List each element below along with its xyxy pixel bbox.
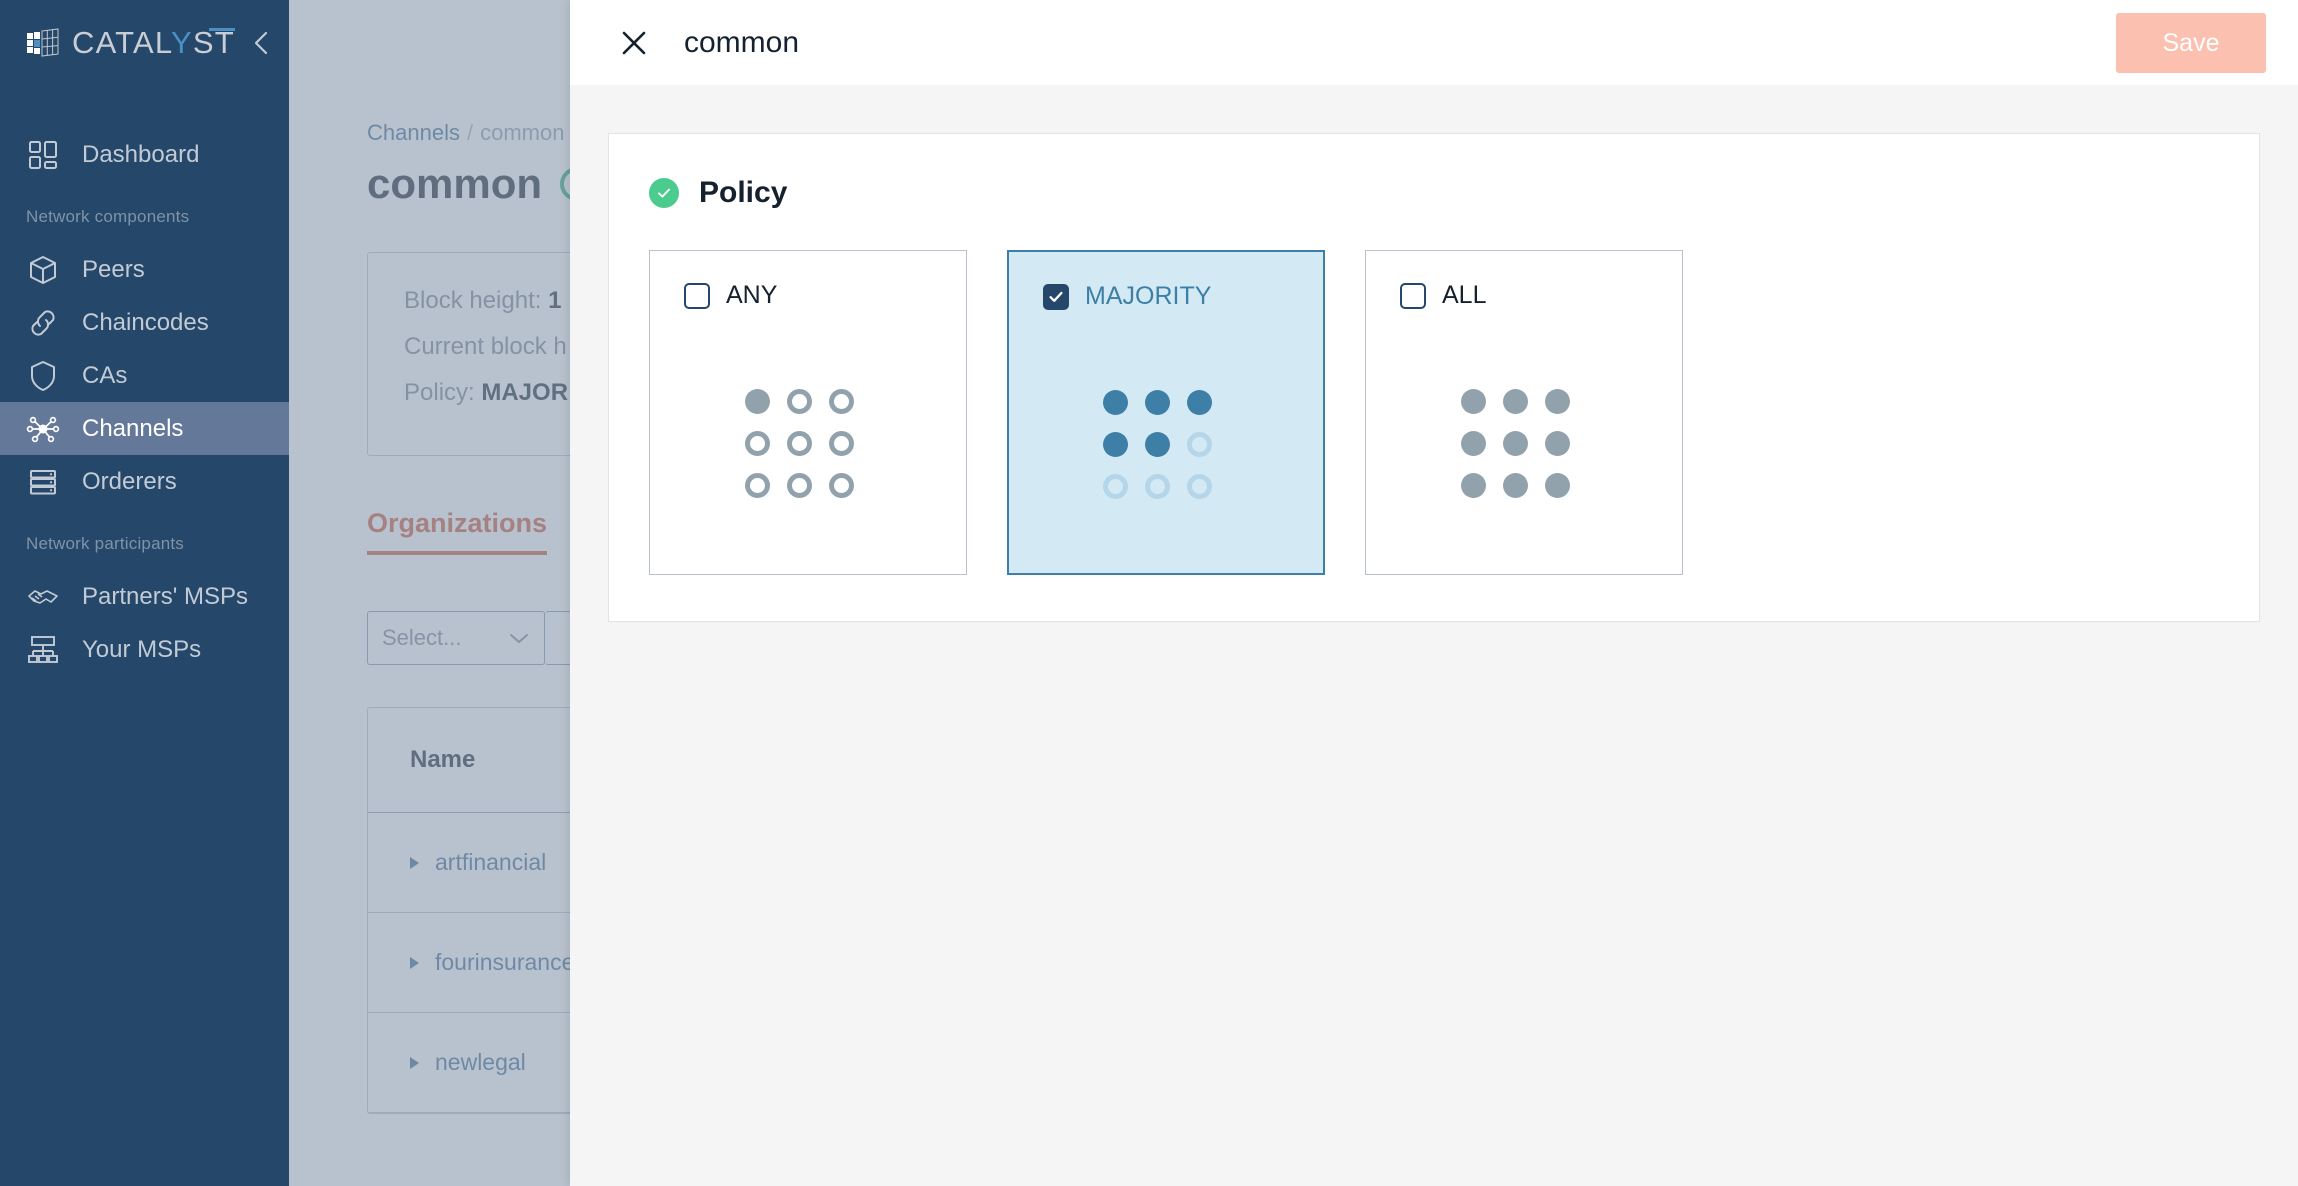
panel-body: Policy ANY MAJORITY ALL bbox=[570, 85, 2298, 1186]
policy-dot-grid-majority bbox=[1103, 390, 1229, 516]
dashboard-grid-icon bbox=[29, 140, 57, 169]
sidebar-item-label: Peers bbox=[82, 255, 145, 283]
panel-header: common Save bbox=[570, 0, 2298, 85]
sidebar-item-label: Your MSPs bbox=[82, 635, 202, 663]
checkbox-unchecked-icon[interactable] bbox=[684, 282, 710, 309]
sidebar-item-channels[interactable]: Channels bbox=[0, 402, 289, 455]
policy-dot bbox=[1187, 432, 1212, 457]
policy-dot bbox=[1545, 431, 1570, 456]
policy-dot-grid-all bbox=[1461, 389, 1587, 515]
policy-dot bbox=[1503, 473, 1528, 498]
sidebar-item-cas[interactable]: CAs bbox=[0, 349, 289, 402]
sidebar-item-label: Orderers bbox=[82, 467, 177, 495]
policy-dot bbox=[1503, 431, 1528, 456]
sidebar-item-your-msps[interactable]: Your MSPs bbox=[0, 623, 289, 676]
policy-dot bbox=[1503, 389, 1528, 414]
link-chain-icon bbox=[31, 309, 55, 336]
policy-dot bbox=[787, 389, 812, 414]
policy-card: Policy ANY MAJORITY ALL bbox=[608, 133, 2260, 622]
policy-dot bbox=[787, 473, 812, 498]
policy-dot bbox=[1103, 390, 1128, 415]
policy-dot bbox=[1187, 390, 1212, 415]
network-nodes-icon bbox=[26, 416, 60, 442]
sidebar-section-network-components: Network components bbox=[26, 207, 190, 226]
brand-name-accent: Y bbox=[171, 24, 193, 60]
policy-option-label: ALL bbox=[1442, 281, 1487, 309]
cube-grid-icon bbox=[27, 28, 59, 57]
sidebar-item-label: CAs bbox=[82, 361, 128, 389]
policy-dot bbox=[1461, 473, 1486, 498]
policy-dot bbox=[1145, 474, 1170, 499]
sidebar-item-dashboard[interactable]: Dashboard bbox=[0, 128, 289, 181]
sidebar-item-partners-msps[interactable]: Partners' MSPs bbox=[0, 570, 289, 623]
sidebar-item-label: Partners' MSPs bbox=[82, 582, 248, 610]
policy-dot-grid-any bbox=[745, 389, 871, 515]
policy-options: ANY MAJORITY ALL bbox=[609, 250, 2259, 575]
policy-option-any[interactable]: ANY bbox=[649, 250, 967, 575]
policy-dot bbox=[829, 473, 854, 498]
policy-option-all[interactable]: ALL bbox=[1365, 250, 1683, 575]
sidebar-collapse-button[interactable] bbox=[245, 26, 279, 60]
policy-dot bbox=[829, 431, 854, 456]
policy-dot bbox=[1545, 389, 1570, 414]
policy-option-majority[interactable]: MAJORITY bbox=[1007, 250, 1325, 575]
brand-name-prefix: CATAL bbox=[72, 24, 172, 60]
sidebar-item-label: Chaincodes bbox=[82, 308, 209, 336]
sidebar-item-chaincodes[interactable]: Chaincodes bbox=[0, 296, 289, 349]
checkbox-unchecked-icon[interactable] bbox=[1400, 282, 1426, 309]
policy-option-label: ANY bbox=[726, 281, 778, 309]
brand-underline bbox=[208, 27, 235, 31]
policy-dot bbox=[1187, 474, 1212, 499]
policy-dot bbox=[1103, 474, 1128, 499]
sidebar-item-label: Dashboard bbox=[82, 140, 200, 168]
policy-dot bbox=[1145, 390, 1170, 415]
sidebar-item-peers[interactable]: Peers bbox=[0, 243, 289, 296]
policy-dot bbox=[1461, 431, 1486, 456]
cube-icon bbox=[30, 255, 56, 284]
policy-option-label: MAJORITY bbox=[1085, 282, 1212, 310]
policy-section-header: Policy bbox=[609, 176, 2259, 210]
check-circle-green-icon bbox=[649, 178, 679, 208]
policy-dot bbox=[745, 473, 770, 498]
policy-dot bbox=[1145, 432, 1170, 457]
sidebar-item-label: Channels bbox=[82, 414, 184, 442]
close-x-icon[interactable] bbox=[616, 25, 652, 61]
policy-dot bbox=[745, 431, 770, 456]
policy-dot bbox=[787, 431, 812, 456]
org-chart-icon bbox=[28, 635, 58, 663]
sidebar: CATALYST Dashboard Network components Pe… bbox=[0, 0, 289, 1186]
handshake-icon bbox=[28, 589, 58, 604]
brand-name: CATALYST bbox=[72, 27, 235, 58]
save-button[interactable]: Save bbox=[2116, 13, 2266, 73]
policy-section-title: Policy bbox=[699, 176, 788, 209]
server-stack-icon bbox=[30, 469, 56, 494]
policy-dot bbox=[745, 389, 770, 414]
chevron-left-icon bbox=[254, 31, 268, 55]
checkbox-checked-icon[interactable] bbox=[1043, 283, 1069, 310]
panel-title: common bbox=[684, 25, 800, 59]
shield-icon bbox=[31, 360, 55, 391]
sidebar-item-orderers[interactable]: Orderers bbox=[0, 455, 289, 508]
policy-dot bbox=[1545, 473, 1570, 498]
policy-dot bbox=[1461, 389, 1486, 414]
policy-dot bbox=[1103, 432, 1128, 457]
sidebar-section-network-participants: Network participants bbox=[26, 534, 185, 553]
policy-edit-panel: common Save Policy ANY MAJORITY ALL bbox=[570, 0, 2298, 1186]
policy-dot bbox=[829, 389, 854, 414]
